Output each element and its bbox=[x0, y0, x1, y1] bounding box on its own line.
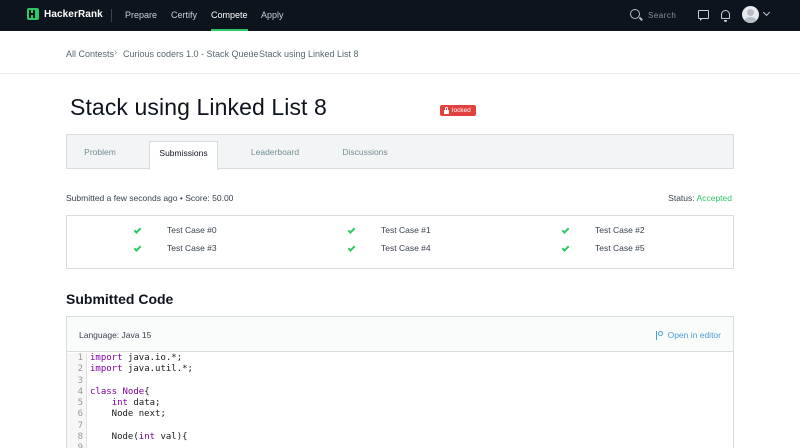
code-line: 8 Node(int val){ bbox=[67, 432, 733, 444]
test-case-item[interactable]: Test Case #0 bbox=[167, 225, 217, 235]
code-text: Node next; bbox=[90, 409, 166, 420]
top-navbar: HackerRank Prepare Certify Compete Apply… bbox=[0, 0, 800, 31]
line-number: 8 bbox=[67, 432, 87, 444]
open-in-editor-label: Open in editor bbox=[667, 330, 721, 340]
tab-problem[interactable]: Problem bbox=[67, 135, 133, 168]
status-value: Accepted bbox=[696, 193, 732, 203]
test-cases-panel: Test Case #0 Test Case #1 Test Case #2 T… bbox=[66, 215, 734, 269]
tab-discussions[interactable]: Discussions bbox=[331, 135, 399, 168]
code-rest: java.util.*; bbox=[122, 364, 193, 375]
code-line: 1 import java.io.*; bbox=[67, 353, 733, 365]
code-panel: Language: Java 15 Open in editor 1 import… bbox=[66, 316, 734, 448]
nav-link-certify[interactable]: Certify bbox=[171, 0, 197, 31]
chevron-down-icon[interactable] bbox=[762, 8, 771, 17]
messages-icon[interactable] bbox=[698, 10, 709, 21]
hackerrank-logo[interactable]: HackerRank bbox=[27, 8, 103, 20]
editor-icon bbox=[655, 330, 663, 340]
test-case-item[interactable]: Test Case #4 bbox=[381, 243, 431, 253]
status-label: Status: bbox=[668, 193, 695, 203]
code-keyword: import bbox=[90, 353, 123, 363]
breadcrumb-contest[interactable]: Curious coders 1.0 - Stack Queue bbox=[123, 49, 259, 59]
code-line: 3 bbox=[67, 375, 733, 387]
code-line: 5 int data; bbox=[67, 398, 733, 410]
line-number: 6 bbox=[67, 409, 87, 421]
test-case-item[interactable]: Test Case #1 bbox=[381, 225, 431, 235]
code-line: 9 bbox=[67, 443, 733, 448]
submission-summary: Submitted a few seconds ago • Score: 50.… bbox=[66, 193, 234, 203]
nav-link-prepare[interactable]: Prepare bbox=[125, 0, 157, 31]
breadcrumb-separator-icon: › bbox=[250, 47, 254, 58]
code-rest: Node{ bbox=[122, 386, 150, 397]
line-number: 5 bbox=[67, 398, 87, 410]
challenge-tabs: Problem Submissions Leaderboard Discussi… bbox=[66, 134, 734, 170]
code-line: 4 class Node{ bbox=[67, 386, 733, 399]
search-input[interactable]: Search bbox=[648, 0, 676, 31]
notifications-bell-icon[interactable] bbox=[721, 10, 730, 22]
code-panel-header: Language: Java 15 Open in editor bbox=[67, 317, 733, 352]
submitted-code-heading: Submitted Code bbox=[66, 291, 174, 307]
code-line: 2 import java.util.*; bbox=[67, 364, 733, 376]
brand-name: HackerRank bbox=[44, 8, 103, 20]
code-rest: java.io.*; bbox=[122, 353, 183, 363]
line-number: 7 bbox=[67, 420, 87, 433]
tab-leaderboard[interactable]: Leaderboard bbox=[237, 135, 313, 168]
nav-link-compete[interactable]: Compete bbox=[211, 0, 248, 31]
search-icon[interactable] bbox=[630, 9, 640, 19]
check-icon bbox=[133, 226, 142, 234]
locked-badge: locked bbox=[440, 105, 476, 116]
hackerrank-logo-icon bbox=[27, 8, 39, 20]
line-number: 3 bbox=[67, 375, 87, 387]
code-text: import java.io.*; bbox=[90, 353, 182, 364]
breadcrumb-current-challenge: Stack using Linked List 8 bbox=[259, 49, 359, 59]
code-text: import java.util.*; bbox=[90, 364, 193, 375]
check-icon bbox=[347, 244, 356, 252]
line-number: 2 bbox=[67, 364, 87, 376]
open-in-editor-link[interactable]: Open in editor bbox=[655, 330, 721, 340]
line-number: 9 bbox=[67, 443, 87, 448]
breadcrumb-all-contests[interactable]: All Contests bbox=[66, 49, 114, 59]
code-keyword: import bbox=[90, 364, 123, 375]
nav-divider bbox=[111, 9, 112, 22]
language-label: Language: Java 15 bbox=[79, 330, 152, 340]
code-keyword: class bbox=[90, 386, 118, 397]
breadcrumb: All Contests › Curious coders 1.0 - Stac… bbox=[0, 31, 800, 74]
code-rest: Node next; bbox=[90, 409, 166, 420]
line-number: 1 bbox=[67, 353, 87, 365]
nav-link-apply[interactable]: Apply bbox=[261, 0, 284, 31]
check-icon bbox=[347, 226, 356, 234]
test-case-item[interactable]: Test Case #3 bbox=[167, 243, 217, 253]
check-icon bbox=[133, 244, 142, 252]
code-line: 7 bbox=[67, 420, 733, 433]
code-text: int data; bbox=[90, 398, 161, 409]
code-text: class Node{ bbox=[90, 387, 150, 398]
badge-label: locked bbox=[452, 107, 471, 114]
code-viewer[interactable]: 1 import java.io.*; 2 import java.util.*; 3 4… bbox=[67, 353, 733, 448]
submission-status: Status: Accepted bbox=[668, 193, 732, 203]
code-text: Node(int val){ bbox=[90, 432, 188, 443]
tab-submissions[interactable]: Submissions bbox=[149, 141, 218, 170]
lock-icon bbox=[444, 106, 449, 114]
test-case-item[interactable]: Test Case #2 bbox=[595, 225, 645, 235]
page-title: Stack using Linked List 8 bbox=[70, 94, 327, 120]
check-icon bbox=[561, 244, 570, 252]
line-number: 4 bbox=[67, 386, 87, 399]
code-rest: Node(int val){ bbox=[90, 432, 188, 443]
test-case-item[interactable]: Test Case #5 bbox=[595, 243, 645, 253]
code-line: 6 Node next; bbox=[67, 409, 733, 421]
breadcrumb-separator-icon: › bbox=[114, 47, 118, 58]
user-avatar[interactable] bbox=[742, 6, 759, 23]
check-icon bbox=[561, 226, 570, 234]
code-rest: int data; bbox=[111, 398, 161, 409]
